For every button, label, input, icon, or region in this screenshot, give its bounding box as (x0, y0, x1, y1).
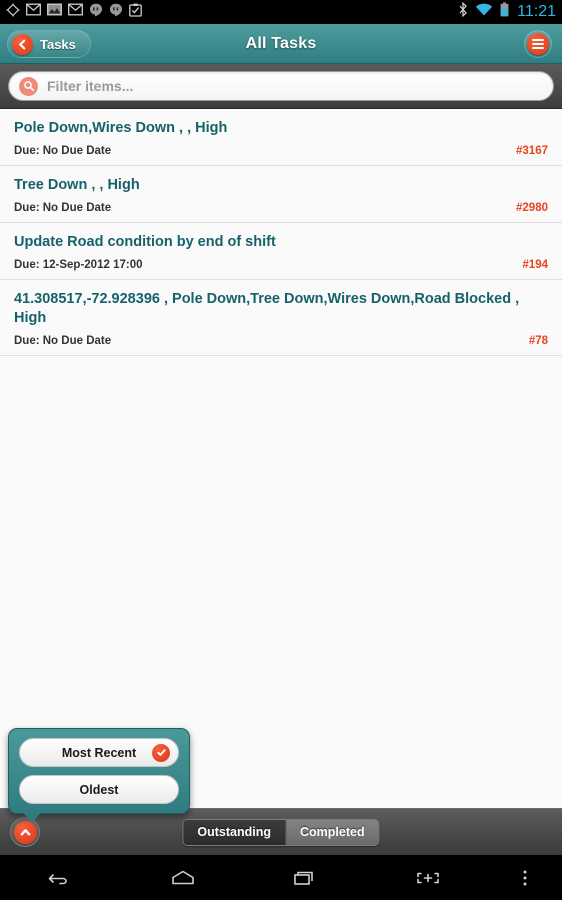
task-id-badge: #194 (522, 259, 548, 271)
tasks-clipboard-icon (129, 3, 142, 22)
sort-order-popover: Most Recent Oldest (8, 728, 190, 822)
task-title: Pole Down,Wires Down , , High (14, 120, 228, 136)
chevron-left-icon (12, 33, 33, 55)
gmail-icon (26, 3, 41, 21)
task-due-date: Due: 12-Sep-2012 17:00 (14, 259, 143, 271)
android-navigation-bar (0, 855, 562, 900)
task-meta: Due: No Due Date #3167 (14, 145, 548, 157)
status-system-icons: 11:21 (458, 0, 556, 24)
wifi-icon (475, 3, 493, 22)
hangouts-icon-2 (109, 3, 123, 22)
status-clock: 11:21 (517, 3, 556, 20)
gallery-image-icon (47, 3, 62, 21)
sort-option-oldest[interactable]: Oldest (19, 775, 179, 804)
check-icon (152, 743, 170, 762)
status-notification-icons (6, 3, 142, 22)
bluetooth-icon (458, 1, 468, 22)
search-icon (19, 76, 38, 96)
home-nav-icon[interactable] (122, 855, 244, 900)
filter-bar: Filter items... (0, 64, 562, 109)
task-id-badge: #2980 (516, 202, 548, 214)
overflow-menu-icon[interactable] (489, 855, 562, 900)
android-status-bar: 11:21 (0, 0, 562, 24)
gmail-icon-2 (68, 3, 83, 21)
location-icon (6, 3, 20, 22)
sort-option-label: Most Recent (61, 745, 137, 760)
recents-nav-icon[interactable] (244, 855, 366, 900)
back-to-tasks-button[interactable]: Tasks (7, 30, 91, 58)
bottom-toolbar: Outstanding Completed (0, 808, 562, 855)
task-due-date: Due: No Due Date (14, 202, 112, 214)
task-list[interactable]: Pole Down,Wires Down , , High Due: No Du… (0, 109, 562, 808)
back-nav-icon[interactable] (0, 855, 122, 900)
sort-option-most-recent[interactable]: Most Recent (19, 738, 179, 767)
task-title: Update Road condition by end of shift (14, 234, 276, 250)
task-id-badge: #78 (528, 335, 548, 347)
task-title: 41.308517,-72.928396 , Pole Down,Tree Do… (14, 291, 520, 326)
hangouts-icon (89, 3, 103, 22)
task-list-item[interactable]: 41.308517,-72.928396 , Pole Down,Tree Do… (0, 280, 562, 356)
action-bar: Tasks All Tasks (0, 24, 562, 64)
filter-input-container[interactable]: Filter items... (8, 71, 554, 101)
task-list-item[interactable]: Tree Down , , High Due: No Due Date #298… (0, 166, 562, 223)
filter-input-placeholder: Filter items... (47, 78, 134, 94)
task-id-badge: #3167 (516, 145, 548, 157)
task-due-date: Due: No Due Date (14, 335, 112, 347)
app-root: 11:21 Tasks All Tasks Filter items... Po… (0, 0, 562, 900)
status-filter-segmented-control: Outstanding Completed (182, 818, 380, 846)
task-meta: Due: No Due Date #78 (14, 335, 548, 347)
tab-completed[interactable]: Completed (285, 819, 379, 845)
task-meta: Due: 12-Sep-2012 17:00 #194 (14, 259, 548, 271)
sort-option-label: Oldest (79, 782, 119, 797)
task-meta: Due: No Due Date #2980 (14, 202, 548, 214)
hamburger-menu-icon (527, 33, 549, 55)
battery-icon (500, 2, 509, 22)
back-button-label: Tasks (40, 36, 76, 52)
tab-outstanding[interactable]: Outstanding (183, 819, 286, 845)
task-title: Tree Down , , High (14, 177, 140, 193)
chevron-up-icon (13, 820, 37, 844)
screenshot-nav-icon[interactable] (367, 855, 489, 900)
task-due-date: Due: No Due Date (14, 145, 112, 157)
task-list-item[interactable]: Update Road condition by end of shift Du… (0, 223, 562, 280)
hamburger-menu-button[interactable] (524, 30, 552, 58)
task-list-item[interactable]: Pole Down,Wires Down , , High Due: No Du… (0, 109, 562, 166)
